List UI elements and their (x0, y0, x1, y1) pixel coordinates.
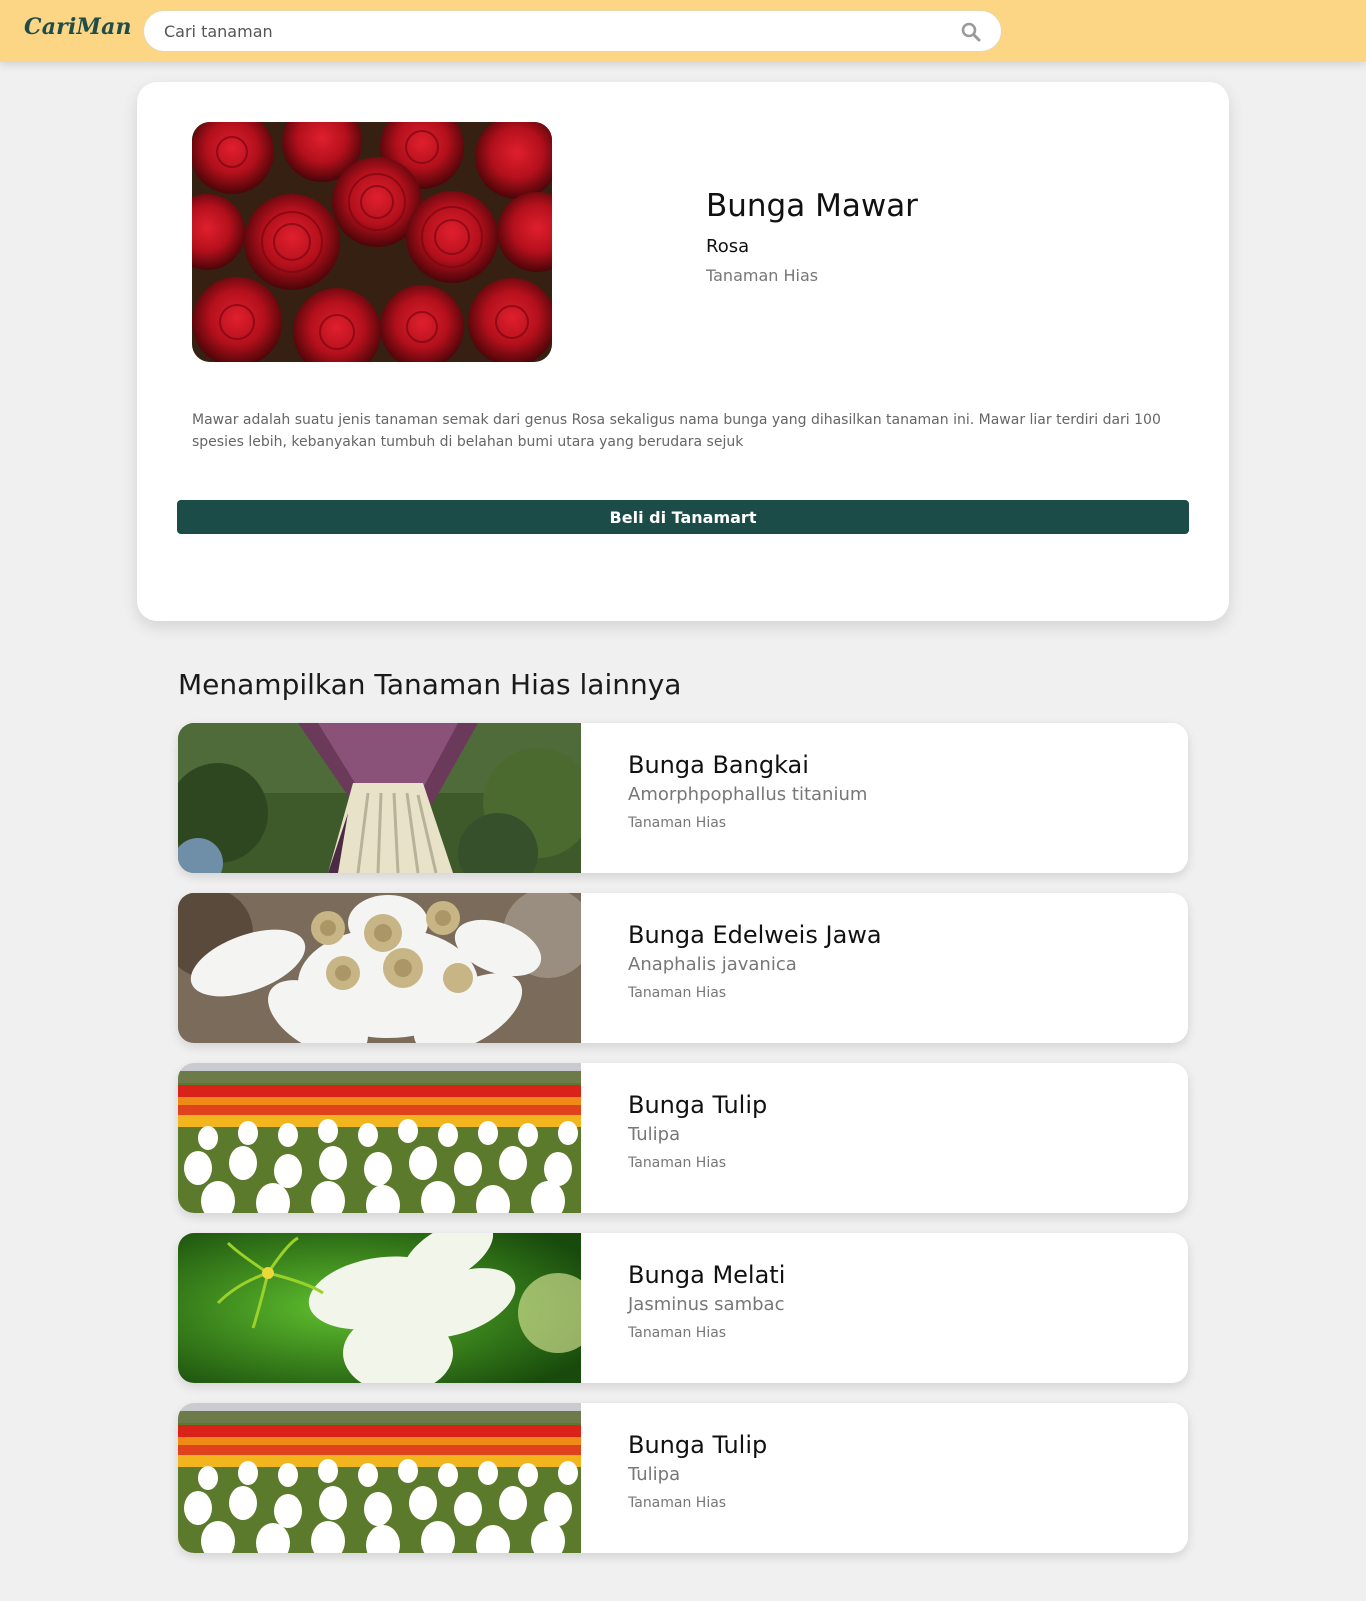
tulip-field-photo (178, 1063, 581, 1213)
list-item-name: Bunga Tulip (628, 1431, 768, 1459)
edelweiss-photo (178, 893, 581, 1043)
list-item-name: Bunga Edelweis Jawa (628, 921, 882, 949)
list-item-latin: Anaphalis javanica (628, 954, 797, 975)
buy-button[interactable]: Beli di Tanamart (177, 500, 1189, 534)
list-item-latin: Tulipa (628, 1124, 681, 1145)
plant-category: Tanaman Hias (706, 266, 819, 285)
plant-detail-card: Bunga Mawar Rosa Tanaman Hias Mawar adal… (137, 82, 1229, 621)
list-item-latin: Jasminus sambac (628, 1294, 785, 1315)
list-item-category: Tanaman Hias (628, 815, 727, 831)
list-item[interactable]: Bunga Melati Jasminus sambac Tanaman Hia… (178, 1233, 1188, 1383)
list-item[interactable]: Bunga Tulip Tulipa Tanaman Hias (178, 1063, 1188, 1213)
plant-latin-name: Rosa (706, 236, 750, 257)
list-item-name: Bunga Melati (628, 1261, 786, 1289)
plant-name: Bunga Mawar (706, 188, 918, 224)
related-heading: Menampilkan Tanaman Hias lainnya (178, 668, 682, 701)
list-item-category: Tanaman Hias (628, 1495, 727, 1511)
list-item-latin: Amorphpophallus titanium (628, 784, 868, 805)
list-item-category: Tanaman Hias (628, 1325, 727, 1341)
list-item[interactable]: Bunga Tulip Tulipa Tanaman Hias (178, 1403, 1188, 1553)
list-item-name: Bunga Tulip (628, 1091, 768, 1119)
top-bar: CariMan (0, 0, 1366, 62)
plant-description: Mawar adalah suatu jenis tanaman semak d… (192, 412, 1161, 450)
list-item-category: Tanaman Hias (628, 985, 727, 1001)
rose-flowers-photo (192, 122, 552, 362)
jasmine-photo (178, 1233, 581, 1383)
list-item[interactable]: Bunga Edelweis Jawa Anaphalis javanica T… (178, 893, 1188, 1043)
list-item-name: Bunga Bangkai (628, 751, 809, 779)
list-item-category: Tanaman Hias (628, 1155, 727, 1171)
tulip-field-photo (178, 1403, 581, 1553)
search-bar[interactable] (143, 10, 1002, 52)
search-input[interactable] (164, 11, 924, 51)
logo[interactable]: CariMan (24, 14, 132, 40)
list-item-latin: Tulipa (628, 1464, 681, 1485)
search-icon[interactable] (961, 22, 981, 42)
corpse-flower-photo (178, 723, 581, 873)
list-item[interactable]: Bunga Bangkai Amorphpophallus titanium T… (178, 723, 1188, 873)
